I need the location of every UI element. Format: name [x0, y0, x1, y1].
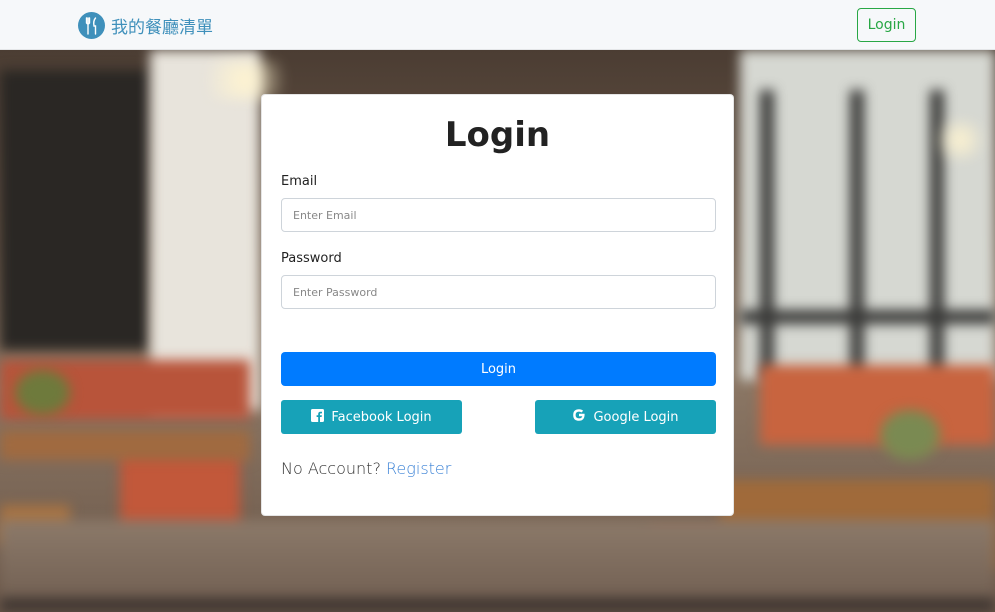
navbar-login-button[interactable]: Login	[857, 8, 916, 42]
google-login-button[interactable]: Google Login	[535, 400, 716, 434]
password-label: Password	[281, 251, 342, 266]
email-label: Email	[281, 174, 318, 189]
register-link[interactable]: Register	[386, 459, 451, 478]
google-icon	[572, 408, 586, 426]
email-input[interactable]	[281, 198, 716, 232]
facebook-icon	[311, 408, 325, 426]
brand-name: 我的餐廳清單	[111, 18, 213, 38]
navbar: 我的餐廳清單 Login	[0, 0, 995, 50]
login-card: Login Email Password Login Facebook Logi…	[261, 94, 734, 516]
password-input[interactable]	[281, 275, 716, 309]
no-account-text: No Account?	[281, 459, 381, 478]
register-prompt: No Account? Register	[281, 459, 451, 478]
facebook-login-label: Facebook Login	[331, 409, 432, 425]
fork-knife-icon	[78, 12, 105, 39]
brand-link[interactable]: 我的餐廳清單	[78, 12, 213, 39]
google-login-label: Google Login	[593, 409, 679, 425]
login-submit-button[interactable]: Login	[281, 352, 716, 386]
facebook-login-button[interactable]: Facebook Login	[281, 400, 462, 434]
login-title: Login	[444, 115, 551, 155]
